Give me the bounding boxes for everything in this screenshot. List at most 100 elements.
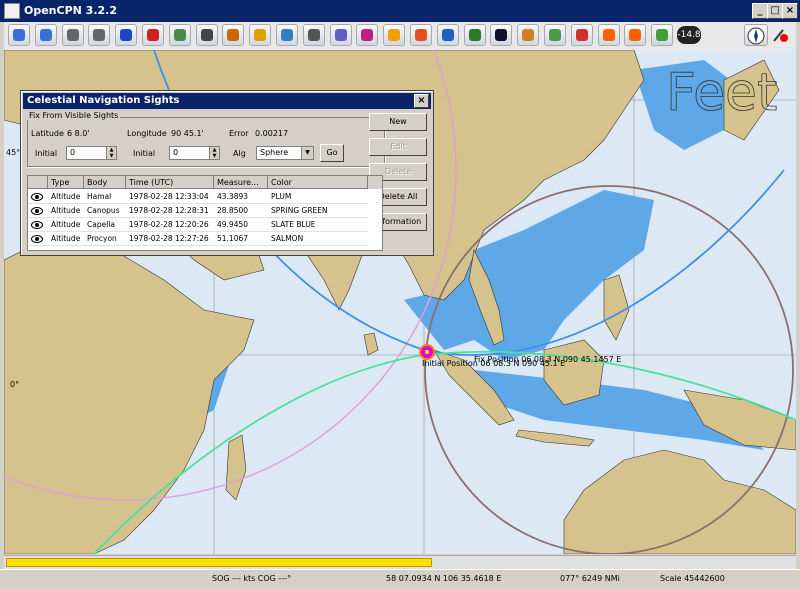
longitude-value: 90 45.1': [171, 129, 204, 138]
cell-measurement: 43.3893: [217, 192, 249, 201]
lifering-icon[interactable]: [570, 24, 593, 46]
cell-type: Altitude: [51, 192, 81, 201]
fix-position-label: Fix Position 06 08.3 N 090 45.1457 E: [474, 355, 621, 364]
algorithm-value: Sphere: [260, 148, 289, 157]
record-icon[interactable]: [597, 24, 620, 46]
initial-lat-spinner[interactable]: ▲ ▼: [106, 146, 117, 160]
help-icon[interactable]: [436, 24, 459, 46]
dialog-title: Celestial Navigation Sights: [27, 95, 180, 106]
status-sog-cog: SOG --- kts COG ---°: [212, 574, 292, 583]
celestial-navigation-dialog: Celestial Navigation Sights × Fix From V…: [20, 90, 434, 256]
table-row[interactable]: Altitude Procyon 1978-02-28 12:27:26 51.106…: [28, 232, 382, 246]
cell-type: Altitude: [51, 206, 81, 215]
waypoint-icon[interactable]: [222, 24, 245, 46]
latitude-value: 6 8.0': [67, 129, 90, 138]
star-icon[interactable]: [463, 24, 486, 46]
latitude-label: Latitude: [31, 129, 64, 138]
col-type[interactable]: Type: [48, 176, 84, 189]
record-alt-icon[interactable]: [624, 24, 647, 46]
tide-icon[interactable]: [168, 24, 191, 46]
initial-lat-field[interactable]: 0: [66, 146, 106, 160]
anchor-icon[interactable]: [88, 24, 111, 46]
status-scale: Scale 45442600: [660, 574, 725, 583]
route-icon[interactable]: [115, 24, 138, 46]
print-icon[interactable]: [302, 24, 325, 46]
settings-icon[interactable]: [544, 24, 566, 46]
fix-group-label: Fix From Visible Sights: [27, 111, 121, 120]
sights-table[interactable]: Type Body Time (UTC) Measure... Color Al…: [27, 175, 383, 251]
table-header: Type Body Time (UTC) Measure... Color: [28, 176, 382, 189]
cell-color: SLATE BLUE: [271, 220, 316, 229]
col-visible[interactable]: [28, 176, 48, 189]
new-button[interactable]: New: [369, 113, 427, 131]
cell-time: 1978-02-28 12:28:31: [129, 206, 209, 215]
table-row[interactable]: Altitude Hamal 1978-02-28 12:33:04 43.3893 P…: [28, 190, 382, 204]
text-icon[interactable]: [195, 24, 218, 46]
layers-icon[interactable]: [249, 24, 272, 46]
cell-color: SALMON: [271, 234, 304, 243]
eye-icon[interactable]: [28, 204, 48, 218]
initial-lon-spinner[interactable]: ▲ ▼: [209, 146, 220, 160]
edit-button[interactable]: Edit: [369, 138, 427, 156]
latitude-tick-0: 0°: [10, 380, 19, 389]
lifebuoy-icon[interactable]: [410, 24, 432, 46]
dialog-close-button[interactable]: ×: [414, 94, 429, 108]
initial-lat-label: Initial: [35, 149, 58, 158]
longitude-label: Longitude: [127, 129, 167, 138]
ship-icon[interactable]: [142, 24, 164, 46]
cell-body: Procyon: [87, 234, 117, 243]
cell-type: Altitude: [51, 220, 81, 229]
palette-icon[interactable]: [517, 24, 540, 46]
title-bar: OpenCPN 3.2.2 _ □ ×: [0, 0, 800, 22]
cell-color: PLUM: [271, 192, 292, 201]
dialog-title-bar: Celestial Navigation Sights ×: [23, 93, 431, 109]
toolbar: -14.8: [4, 22, 796, 51]
eye-icon[interactable]: [28, 218, 48, 232]
table-row[interactable]: Altitude Canopus 1978-02-28 12:28:31 28.850…: [28, 204, 382, 218]
cell-time: 1978-02-28 12:27:26: [129, 234, 209, 243]
toolbar-readout: -14.8: [677, 26, 701, 44]
error-label: Error: [229, 129, 249, 138]
track-icon[interactable]: [356, 24, 379, 46]
cell-body: Hamal: [87, 192, 112, 201]
cell-measurement: 51.1067: [217, 234, 249, 243]
close-button[interactable]: ×: [782, 3, 798, 19]
graph-icon[interactable]: [329, 24, 352, 46]
col-color[interactable]: Color: [268, 176, 368, 189]
night-icon[interactable]: [490, 24, 513, 46]
row-divider: [28, 245, 368, 246]
eye-icon[interactable]: [28, 232, 48, 246]
cell-type: Altitude: [51, 234, 81, 243]
eye-icon[interactable]: [28, 190, 48, 204]
status-cursor-position: 58 07.0934 N 106 35.4618 E: [386, 574, 502, 583]
col-body[interactable]: Body: [84, 176, 126, 189]
zoom-out-icon[interactable]: [34, 24, 57, 46]
cell-body: Canopus: [87, 206, 120, 215]
feet-units-label: Feet: [666, 63, 777, 123]
window-title: OpenCPN 3.2.2: [24, 4, 118, 17]
cell-time: 1978-02-28 12:33:04: [129, 192, 209, 201]
progress-track: [4, 555, 796, 569]
funnel-icon[interactable]: [61, 24, 84, 46]
minimize-button[interactable]: _: [752, 3, 768, 19]
chart-icon[interactable]: [276, 24, 298, 46]
gps-status-icon: [769, 24, 793, 46]
cell-time: 1978-02-28 12:20:26: [129, 220, 209, 229]
algorithm-select[interactable]: Sphere ▼: [256, 146, 314, 160]
table-row[interactable]: Altitude Capella 1978-02-28 12:20:26 49.945…: [28, 218, 382, 232]
latitude-tick-45: 45°: [6, 148, 20, 157]
cell-measurement: 28.8500: [217, 206, 249, 215]
status-bearing-distance: 077° 6249 NMi: [560, 574, 620, 583]
compass-icon[interactable]: [744, 24, 768, 46]
sun-icon[interactable]: [383, 24, 406, 46]
fix-position-marker[interactable]: [419, 344, 435, 360]
initial-lon-field[interactable]: 0: [169, 146, 209, 160]
col-measurement[interactable]: Measure...: [214, 176, 268, 189]
download-icon[interactable]: [651, 24, 674, 46]
app-icon: [4, 3, 20, 19]
alg-label: Alg: [233, 149, 246, 158]
maximize-button[interactable]: □: [767, 3, 783, 19]
col-time[interactable]: Time (UTC): [126, 176, 214, 189]
go-button[interactable]: Go: [320, 144, 344, 162]
zoom-in-icon[interactable]: [8, 24, 30, 46]
